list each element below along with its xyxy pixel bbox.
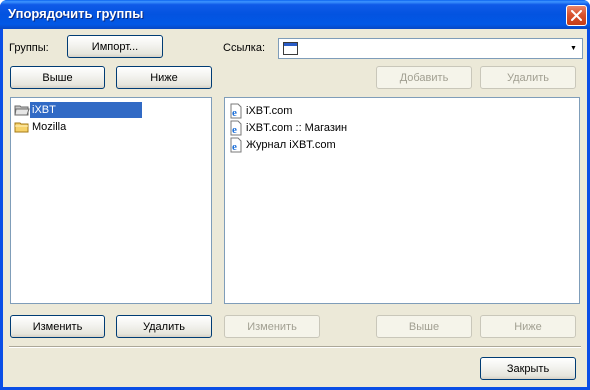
group-up-button[interactable]: Выше (10, 66, 105, 89)
ie-page-icon: e (228, 103, 244, 119)
svg-text:e: e (232, 141, 237, 153)
link-combobox[interactable]: ▼ (278, 38, 583, 59)
svg-text:e: e (232, 124, 237, 136)
delete-link-button[interactable]: Удалить (480, 66, 576, 89)
close-window-button[interactable] (566, 5, 587, 26)
link-item-label: Журнал iXBT.com (246, 139, 336, 151)
folder-icon (14, 119, 30, 135)
chevron-down-icon[interactable]: ▼ (566, 40, 581, 57)
divider (9, 346, 581, 348)
import-button[interactable]: Импорт... (67, 35, 163, 58)
link-item[interactable]: e iXBT.com :: Магазин (228, 120, 349, 136)
window-title: Упорядочить группы (8, 6, 144, 21)
svg-text:e: e (232, 107, 237, 119)
ie-page-icon: e (228, 137, 244, 153)
groups-list[interactable]: iXBT Mozilla (10, 97, 212, 304)
dialog-window: Упорядочить группы Группы: Импорт... Ссы… (0, 0, 590, 390)
close-button[interactable]: Закрыть (480, 357, 576, 380)
link-item-label: iXBT.com (246, 105, 293, 117)
links-list[interactable]: e iXBT.com e iXBT.com :: Магазин e Журна… (224, 97, 580, 304)
group-item-mozilla[interactable]: Mozilla (14, 119, 68, 135)
link-down-button[interactable]: Ниже (480, 315, 576, 338)
title-bar[interactable]: Упорядочить группы (0, 0, 590, 29)
group-down-button[interactable]: Ниже (116, 66, 212, 89)
link-up-button[interactable]: Выше (376, 315, 472, 338)
group-item-label: iXBT (30, 102, 142, 118)
dialog-client-area: Группы: Импорт... Ссылка: ▼ Выше Ниже До… (3, 29, 587, 387)
window-icon (283, 42, 298, 55)
add-link-button[interactable]: Добавить (376, 66, 472, 89)
group-item-ixbt[interactable]: iXBT (14, 102, 142, 118)
ie-page-icon: e (228, 120, 244, 136)
group-item-label: Mozilla (32, 121, 67, 133)
folder-open-icon (14, 102, 30, 118)
link-item[interactable]: e Журнал iXBT.com (228, 137, 338, 153)
link-item[interactable]: e iXBT.com (228, 103, 294, 119)
link-label: Ссылка: (223, 42, 265, 54)
groups-label: Группы: (9, 42, 49, 54)
edit-link-button[interactable]: Изменить (224, 315, 320, 338)
delete-group-button[interactable]: Удалить (116, 315, 212, 338)
link-item-label: iXBT.com :: Магазин (246, 122, 348, 134)
close-icon (571, 10, 582, 21)
edit-group-button[interactable]: Изменить (10, 315, 105, 338)
